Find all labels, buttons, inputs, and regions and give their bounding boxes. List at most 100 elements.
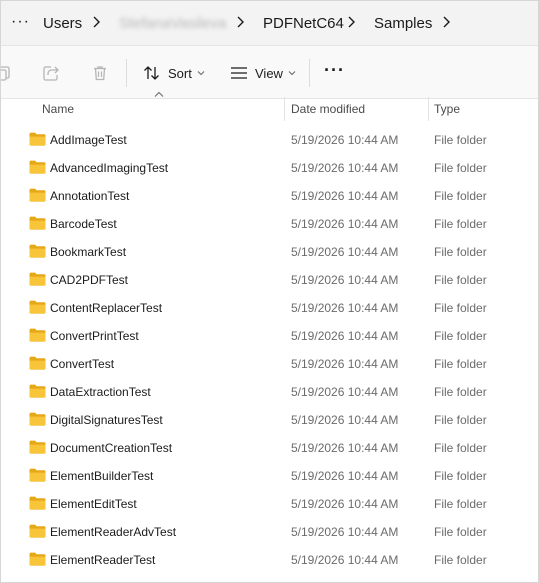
list-item[interactable]: AddImageTest 5/19/2026 10:44 AM File folde…	[1, 125, 538, 153]
file-name: AdvancedImagingTest	[50, 161, 169, 175]
file-name: DataExtractionTest	[50, 385, 151, 399]
file-name: ConvertTest	[50, 357, 115, 371]
file-type: File folder	[434, 217, 487, 231]
list-item[interactable]: BookmarkTest 5/19/2026 10:44 AM File folde…	[1, 237, 538, 265]
list-item[interactable]: DocumentCreationTest 5/19/2026 10:44 AM Fi…	[1, 433, 538, 461]
breadcrumb-users[interactable]: Users	[43, 15, 82, 32]
delete-icon[interactable]	[91, 64, 109, 82]
file-name: CAD2PDFTest	[50, 273, 129, 287]
list-item[interactable]: DigitalSignaturesTest 5/19/2026 10:44 AM F…	[1, 405, 538, 433]
file-name: DigitalSignaturesTest	[50, 413, 163, 427]
file-type: File folder	[434, 329, 487, 343]
sort-ascending-icon	[154, 91, 164, 98]
file-name: AnnotationTest	[50, 189, 130, 203]
file-date-modified: 5/19/2026 10:44 AM	[291, 301, 399, 315]
folder-icon	[29, 216, 46, 230]
sort-button[interactable]: Sort	[143, 58, 205, 88]
file-date-modified: 5/19/2026 10:44 AM	[291, 441, 399, 455]
folder-icon	[29, 524, 46, 538]
file-name: ElementBuilderTest	[50, 469, 154, 483]
chevron-right-icon[interactable]	[235, 15, 247, 29]
file-date-modified: 5/19/2026 10:44 AM	[291, 161, 399, 175]
share-icon[interactable]	[42, 64, 60, 82]
column-header-name[interactable]: Name	[42, 102, 74, 116]
file-type: File folder	[434, 525, 487, 539]
folder-icon	[29, 384, 46, 398]
file-explorer-window: ··· Users StefanaVasileva PDFNetC64 Samp…	[0, 0, 539, 583]
list-item[interactable]: AnnotationTest 5/19/2026 10:44 AM File fol…	[1, 181, 538, 209]
folder-icon	[29, 440, 46, 454]
folder-icon	[29, 496, 46, 510]
file-name: DocumentCreationTest	[50, 441, 173, 455]
folder-icon	[29, 328, 46, 342]
breadcrumb-overflow-button[interactable]: ···	[11, 13, 30, 31]
file-type: File folder	[434, 273, 487, 287]
breadcrumb-pdfnetc64[interactable]: PDFNetC64	[263, 15, 344, 32]
file-type: File folder	[434, 385, 487, 399]
breadcrumb-samples[interactable]: Samples	[374, 15, 432, 32]
folder-icon	[29, 244, 46, 258]
file-date-modified: 5/19/2026 10:44 AM	[291, 217, 399, 231]
file-name: ElementReaderAdvTest	[50, 525, 177, 539]
file-type: File folder	[434, 469, 487, 483]
list-item[interactable]: ElementReaderAdvTest 5/19/2026 10:44 AM Fi…	[1, 517, 538, 545]
list-item[interactable]: AdvancedImagingTest 5/19/2026 10:44 AM Fil…	[1, 153, 538, 181]
chevron-right-icon[interactable]	[441, 15, 453, 29]
file-name: ConvertPrintTest	[50, 329, 139, 343]
file-type: File folder	[434, 357, 487, 371]
view-button[interactable]: View	[230, 58, 296, 88]
list-item[interactable]: CAD2PDFTest 5/19/2026 10:44 AM File folder	[1, 265, 538, 293]
column-divider[interactable]	[284, 97, 285, 121]
chevron-right-icon[interactable]	[346, 15, 358, 29]
file-name: ElementReaderTest	[50, 553, 156, 567]
file-date-modified: 5/19/2026 10:44 AM	[291, 273, 399, 287]
folder-icon	[29, 356, 46, 370]
file-type: File folder	[434, 553, 487, 567]
chevron-right-icon[interactable]	[91, 15, 103, 29]
file-name: BarcodeTest	[50, 217, 117, 231]
file-date-modified: 5/19/2026 10:44 AM	[291, 133, 399, 147]
list-item[interactable]: ElementReaderTest 5/19/2026 10:44 AM File …	[1, 545, 538, 573]
file-name: ElementEditTest	[50, 497, 137, 511]
file-type: File folder	[434, 497, 487, 511]
command-separator	[309, 59, 310, 87]
folder-icon	[29, 188, 46, 202]
sort-icon	[143, 65, 161, 81]
see-more-button[interactable]: ···	[324, 61, 345, 79]
address-bar: ··· Users StefanaVasileva PDFNetC64 Samp…	[1, 1, 538, 45]
copy-icon[interactable]	[1, 64, 13, 82]
file-name: AddImageTest	[50, 133, 127, 147]
list-item[interactable]: ElementBuilderTest 5/19/2026 10:44 AM File…	[1, 461, 538, 489]
command-separator	[126, 59, 127, 87]
command-bar: Sort View ···	[1, 45, 538, 99]
list-item[interactable]: ContentReplacerTest 5/19/2026 10:44 AM Fil…	[1, 293, 538, 321]
chevron-down-icon	[197, 70, 205, 76]
list-item[interactable]: BarcodeTest 5/19/2026 10:44 AM File folder	[1, 209, 538, 237]
file-date-modified: 5/19/2026 10:44 AM	[291, 357, 399, 371]
chevron-down-icon	[288, 70, 296, 76]
file-date-modified: 5/19/2026 10:44 AM	[291, 469, 399, 483]
sort-label: Sort	[168, 65, 192, 81]
file-name: ContentReplacerTest	[50, 301, 163, 315]
list-item[interactable]: ElementEditTest 5/19/2026 10:44 AM File fo…	[1, 489, 538, 517]
file-type: File folder	[434, 161, 487, 175]
column-header-date-modified[interactable]: Date modified	[291, 102, 365, 116]
list-item[interactable]: ConvertPrintTest 5/19/2026 10:44 AM File f…	[1, 321, 538, 349]
folder-icon	[29, 552, 46, 566]
view-label: View	[255, 65, 283, 81]
file-date-modified: 5/19/2026 10:44 AM	[291, 189, 399, 203]
list-item[interactable]: ConvertTest 5/19/2026 10:44 AM File folder	[1, 349, 538, 377]
file-date-modified: 5/19/2026 10:44 AM	[291, 413, 399, 427]
breadcrumb-user-folder[interactable]: StefanaVasileva	[119, 15, 226, 32]
column-divider[interactable]	[428, 97, 429, 121]
column-header-type[interactable]: Type	[434, 102, 460, 116]
file-type: File folder	[434, 441, 487, 455]
file-type: File folder	[434, 189, 487, 203]
folder-icon	[29, 468, 46, 482]
file-date-modified: 5/19/2026 10:44 AM	[291, 329, 399, 343]
folder-icon	[29, 272, 46, 286]
file-date-modified: 5/19/2026 10:44 AM	[291, 525, 399, 539]
file-type: File folder	[434, 245, 487, 259]
list-item[interactable]: DataExtractionTest 5/19/2026 10:44 AM File…	[1, 377, 538, 405]
file-date-modified: 5/19/2026 10:44 AM	[291, 385, 399, 399]
